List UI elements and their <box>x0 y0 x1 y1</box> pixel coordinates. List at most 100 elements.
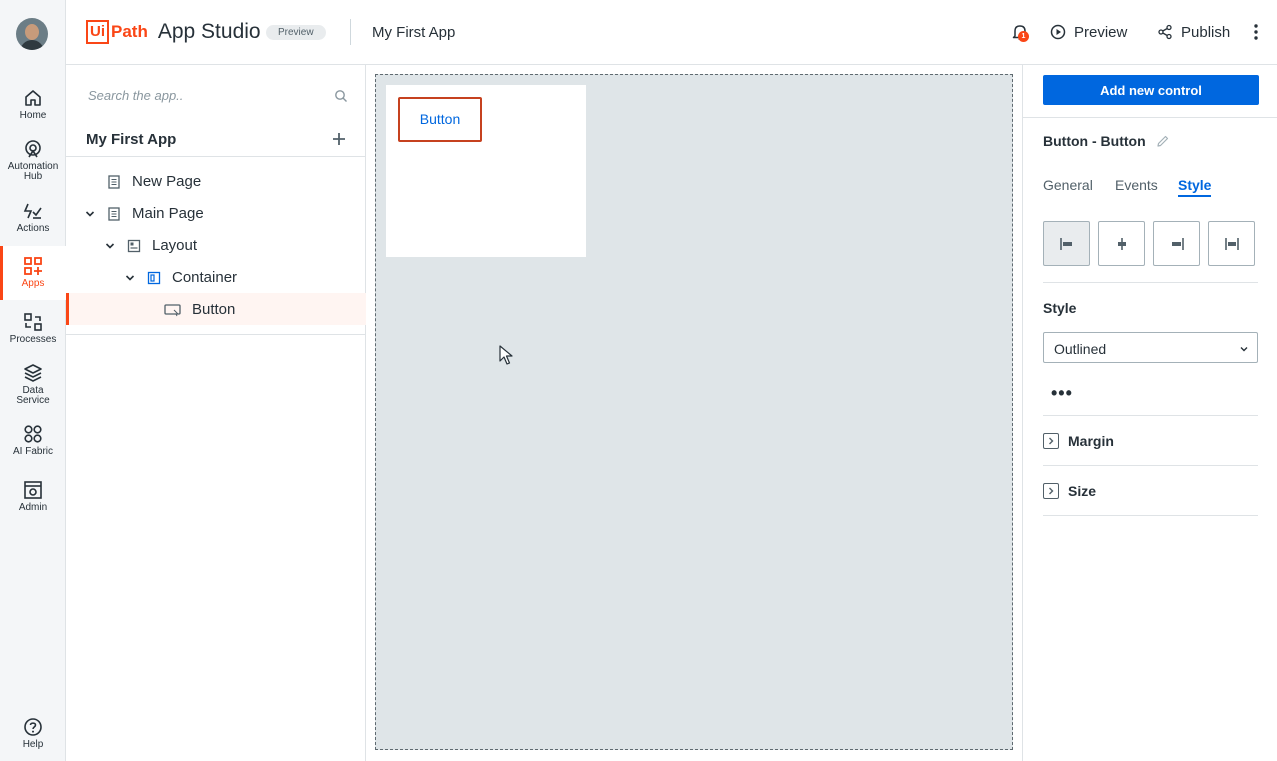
nav-item-data-service[interactable]: Data Service <box>0 363 66 415</box>
style-select[interactable]: Outlined <box>1043 332 1258 363</box>
processes-icon <box>24 313 42 331</box>
panel-divider <box>1043 415 1258 416</box>
section-margin-label: Margin <box>1068 433 1114 449</box>
app-studio-window: Home Automation Hub Actions Apps Process… <box>0 0 1277 761</box>
canvas-drop-area[interactable]: Button <box>375 74 1013 750</box>
align-center-button[interactable] <box>1098 221 1145 266</box>
help-icon <box>24 718 42 736</box>
align-right-button[interactable] <box>1153 221 1200 266</box>
tree-node-label: Layout <box>152 237 198 254</box>
align-left-icon <box>1060 238 1072 250</box>
search-icon[interactable] <box>334 89 348 103</box>
chevron-down-icon[interactable] <box>85 209 95 219</box>
notification-badge: 1 <box>1018 31 1029 42</box>
home-icon <box>25 90 41 106</box>
align-center-icon <box>1118 238 1126 250</box>
panel-divider <box>1043 515 1258 516</box>
play-circle-icon <box>1050 24 1066 40</box>
search-input[interactable] <box>88 88 318 103</box>
user-avatar[interactable] <box>16 18 48 50</box>
page-icon <box>108 175 120 189</box>
preview-button[interactable]: Preview <box>1050 22 1127 42</box>
tree-node-container[interactable]: Container <box>66 261 366 293</box>
nav-item-ai-fabric[interactable]: AI Fabric <box>0 424 66 476</box>
tab-general[interactable]: General <box>1043 177 1093 193</box>
style-label: Style <box>1043 300 1077 316</box>
align-left-button[interactable] <box>1043 221 1090 266</box>
tree-node-layout[interactable]: Layout <box>66 229 366 261</box>
tree-title[interactable]: My First App <box>86 131 176 148</box>
panel-divider <box>1043 465 1258 466</box>
data-service-icon <box>24 364 42 382</box>
tab-events[interactable]: Events <box>1115 177 1158 193</box>
more-vertical-icon[interactable] <box>1252 22 1260 42</box>
ai-fabric-icon <box>24 425 42 443</box>
nav-item-home[interactable]: Home <box>0 88 66 140</box>
nav-item-help[interactable]: Help <box>0 717 66 761</box>
align-stretch-icon <box>1225 238 1239 250</box>
nav-item-label: Admin <box>18 502 48 513</box>
nav-item-admin[interactable]: Admin <box>0 480 66 532</box>
logo-path-text: Path <box>111 22 148 41</box>
publish-button[interactable]: Publish <box>1157 22 1230 42</box>
nav-item-label: Actions <box>16 223 50 234</box>
design-canvas: Button <box>366 65 1022 761</box>
panel-divider <box>1023 117 1277 118</box>
layout-icon <box>127 239 141 253</box>
tab-style[interactable]: Style <box>1178 177 1212 197</box>
style-select-value: Outlined <box>1054 341 1107 357</box>
app-tree-panel: My First App New Page Main Page Layout C… <box>66 65 366 761</box>
nav-item-apps[interactable]: Apps <box>0 246 66 300</box>
add-page-icon[interactable] <box>332 132 346 146</box>
top-header: Ui Path App Studio Preview My First App … <box>66 0 1277 65</box>
control-name: Button - Button <box>1043 133 1146 149</box>
nav-item-label: Automation Hub <box>7 161 59 182</box>
publish-button-label: Publish <box>1181 23 1231 41</box>
nav-item-label: Apps <box>21 278 45 289</box>
tree-node-main-page[interactable]: Main Page <box>66 197 366 229</box>
logo-ui-mark: Ui <box>86 20 109 44</box>
panel-divider <box>1043 282 1258 283</box>
search-box <box>88 87 348 107</box>
more-options-icon[interactable]: ••• <box>1051 384 1073 402</box>
tree-node-new-page[interactable]: New Page <box>66 165 366 197</box>
product-name: App Studio <box>157 20 261 43</box>
admin-icon <box>24 481 42 499</box>
left-nav-rail: Home Automation Hub Actions Apps Process… <box>0 0 66 761</box>
align-right-icon <box>1172 238 1184 250</box>
properties-panel: Add new control Button - Button General … <box>1022 65 1277 761</box>
uipath-logo[interactable]: Ui Path App Studio <box>86 20 261 44</box>
nav-item-label: AI Fabric <box>12 446 53 457</box>
tree-node-label: Button <box>192 301 236 318</box>
nav-item-label: Home <box>19 110 47 121</box>
nav-item-label: Help <box>22 739 44 750</box>
tree-node-label: Container <box>172 269 238 286</box>
nav-item-label: Data Service <box>16 385 50 406</box>
add-new-control-button[interactable]: Add new control <box>1043 75 1259 105</box>
nav-item-label: Processes <box>9 334 57 345</box>
chevron-down-icon[interactable] <box>125 273 135 283</box>
app-title: My First App <box>372 24 456 41</box>
page-icon <box>108 207 120 221</box>
align-stretch-button[interactable] <box>1208 221 1255 266</box>
tree-node-label: Main Page <box>132 205 204 222</box>
canvas-button-control[interactable]: Button <box>398 97 482 142</box>
expand-chevron-icon <box>1043 433 1059 449</box>
actions-icon <box>23 203 42 219</box>
automation-hub-icon <box>25 140 41 158</box>
preview-chip: Preview <box>266 25 326 40</box>
chevron-down-icon[interactable] <box>105 241 115 251</box>
nav-item-automation-hub[interactable]: Automation Hub <box>0 139 66 191</box>
chevron-down-icon <box>1240 347 1248 352</box>
nav-item-processes[interactable]: Processes <box>0 312 66 364</box>
tree-divider <box>66 156 366 157</box>
tree-divider <box>66 334 366 335</box>
mouse-cursor-icon <box>499 345 513 365</box>
expand-chevron-icon <box>1043 483 1059 499</box>
tree-node-button[interactable]: Button <box>66 293 366 325</box>
header-divider <box>350 19 351 45</box>
preview-button-label: Preview <box>1074 23 1128 41</box>
container-control[interactable]: Button <box>386 85 586 257</box>
apps-icon <box>24 257 42 275</box>
edit-pencil-icon[interactable] <box>1157 135 1169 147</box>
